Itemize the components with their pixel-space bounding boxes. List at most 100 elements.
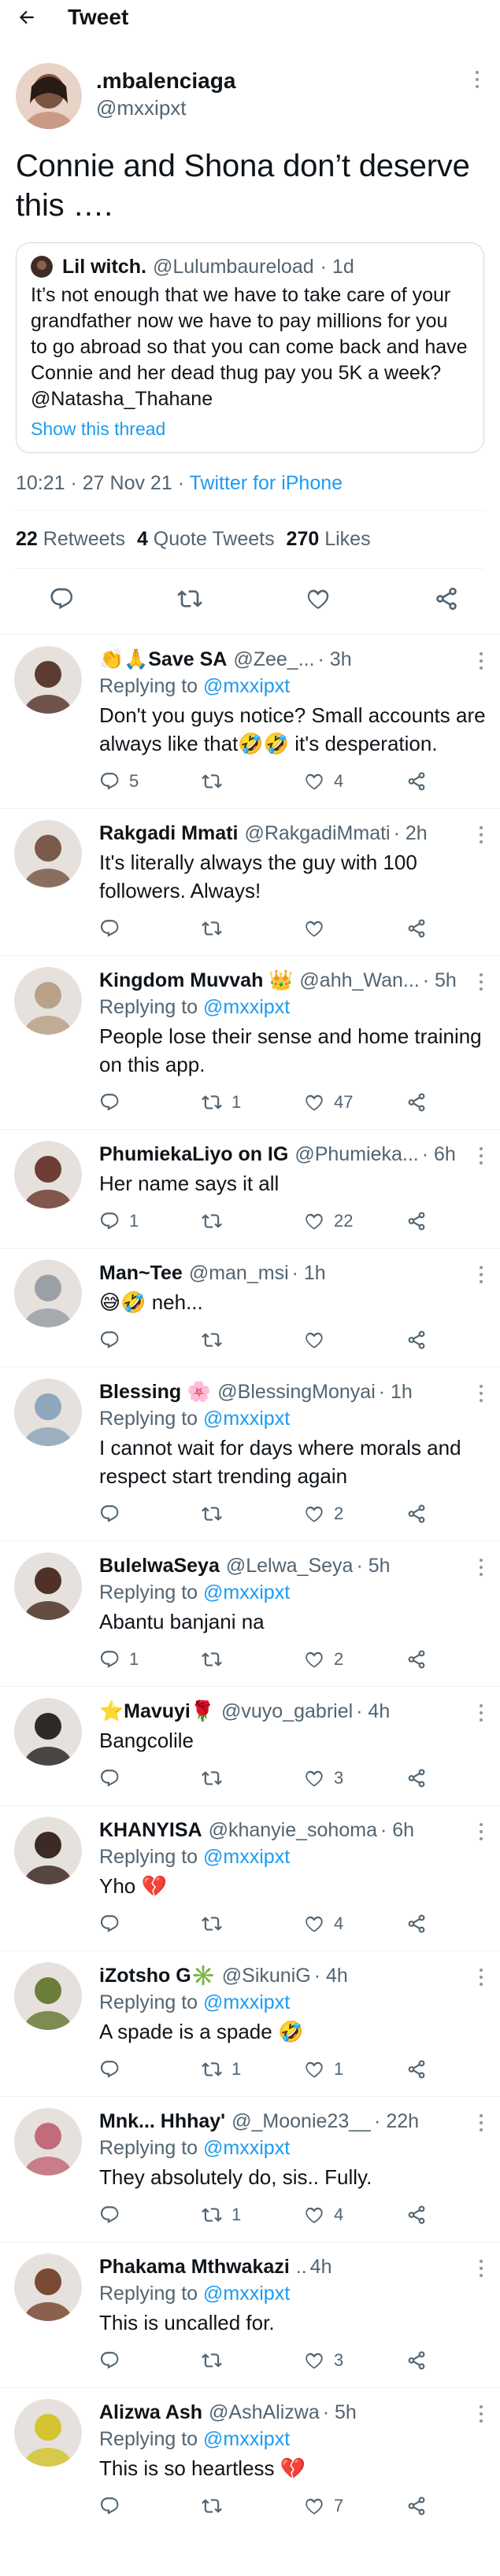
reply-avatar[interactable] xyxy=(14,646,82,714)
more-options-icon[interactable] xyxy=(476,1266,486,1283)
reply-share-button[interactable] xyxy=(406,1504,436,1524)
replying-to-handle[interactable]: @mxxipxt xyxy=(203,675,290,697)
reply-share-button[interactable] xyxy=(406,2059,436,2080)
reply-like-button[interactable]: 3 xyxy=(304,1768,406,1788)
reply-share-button[interactable] xyxy=(406,1092,436,1113)
reply-avatar[interactable] xyxy=(14,1260,82,1327)
reply-like-button[interactable]: 2 xyxy=(304,1504,406,1524)
reply-reply-button[interactable] xyxy=(99,1092,202,1113)
reply-author-name[interactable]: Man~Tee xyxy=(99,1260,183,1286)
reply-avatar[interactable] xyxy=(14,1141,82,1209)
reply-author-handle[interactable]: @Phumieka... xyxy=(294,1141,418,1168)
replying-to-handle[interactable]: @mxxipxt xyxy=(203,2428,290,2450)
replying-to-handle[interactable]: @mxxipxt xyxy=(203,2283,290,2305)
reply-author-name[interactable]: Mnk... Hhhay' xyxy=(99,2108,225,2135)
quotes-stat[interactable]: 4 Quote Tweets xyxy=(137,528,281,550)
reply-author-handle[interactable]: @SikuniG xyxy=(222,1962,311,1989)
reply-reply-button[interactable] xyxy=(99,1768,202,1788)
more-options-icon[interactable] xyxy=(476,826,486,843)
reply-like-button[interactable]: 7 xyxy=(304,2496,406,2516)
reply-avatar[interactable] xyxy=(14,1378,82,1446)
share-icon[interactable] xyxy=(434,586,459,615)
reply-author-name[interactable]: Blessing 🌸 xyxy=(99,1378,211,1405)
reply-author-handle[interactable]: @BlessingMonyai xyxy=(217,1378,375,1405)
more-options-icon[interactable] xyxy=(476,1559,486,1576)
reply-reply-button[interactable] xyxy=(99,2205,202,2225)
reply-like-button[interactable]: 4 xyxy=(304,1914,406,1934)
more-options-icon[interactable] xyxy=(476,2405,486,2423)
more-options-icon[interactable] xyxy=(472,71,483,88)
retweet-icon[interactable] xyxy=(177,586,202,615)
reply-author-handle[interactable]: @ahh_Wan... xyxy=(299,967,419,994)
reply-tweet[interactable]: ⭐Mavuyi🌹 @vuyo_gabriel · 4h Bangcolile 3 xyxy=(0,1686,500,1805)
reply-share-button[interactable] xyxy=(406,918,436,939)
reply-author-name[interactable]: PhumiekaLiyo on IG xyxy=(99,1141,288,1168)
reply-avatar[interactable] xyxy=(14,967,82,1035)
replying-to-handle[interactable]: @mxxipxt xyxy=(203,1408,290,1430)
reply-author-name[interactable]: ⭐Mavuyi🌹 xyxy=(99,1698,215,1725)
reply-author-handle[interactable]: @AshAlizwa xyxy=(209,2399,320,2426)
like-icon[interactable] xyxy=(306,586,331,615)
reply-reply-button[interactable] xyxy=(99,918,202,939)
author-name[interactable]: .mbalenciaga xyxy=(96,68,235,94)
reply-retweet-button[interactable]: 1 xyxy=(202,1092,304,1113)
likes-stat[interactable]: 270 Likes xyxy=(287,528,377,550)
reply-like-button[interactable]: 22 xyxy=(304,1211,406,1231)
author-avatar[interactable] xyxy=(16,63,82,129)
reply-tweet[interactable]: Man~Tee @man_msi · 1h 😅🤣 neh... xyxy=(0,1248,500,1367)
reply-author-name[interactable]: Kingdom Muvvah 👑 xyxy=(99,967,293,994)
reply-author-handle[interactable]: @_Moonie23__ xyxy=(231,2108,371,2135)
reply-retweet-button[interactable] xyxy=(202,2350,304,2371)
reply-reply-button[interactable] xyxy=(99,2350,202,2371)
reply-author-name[interactable]: Phakama Mthwakazi xyxy=(99,2253,290,2280)
more-options-icon[interactable] xyxy=(476,652,486,670)
reply-author-handle[interactable]: @vuyo_gabriel xyxy=(221,1698,353,1725)
reply-tweet[interactable]: Alizwa Ash @AshAlizwa · 5h Replying to @… xyxy=(0,2387,500,2533)
reply-like-button[interactable] xyxy=(304,1330,406,1350)
reply-share-button[interactable] xyxy=(406,2205,436,2225)
reply-author-name[interactable]: Alizwa Ash xyxy=(99,2399,202,2426)
reply-avatar[interactable] xyxy=(14,2108,82,2176)
reply-author-name[interactable]: KHANYISA xyxy=(99,1817,202,1843)
reply-tweet[interactable]: Mnk... Hhhay' @_Moonie23__ · 22h Replyin… xyxy=(0,2096,500,2242)
reply-reply-button[interactable] xyxy=(99,1330,202,1350)
reply-reply-button[interactable]: 1 xyxy=(99,1649,202,1670)
reply-reply-button[interactable]: 5 xyxy=(99,771,202,792)
replying-to-handle[interactable]: @mxxipxt xyxy=(203,1846,290,1868)
reply-author-handle[interactable]: @khanyie_sohoma xyxy=(209,1817,377,1843)
replying-to-handle[interactable]: @mxxipxt xyxy=(203,1581,290,1604)
reply-author-handle[interactable]: .. xyxy=(296,2253,307,2280)
reply-tweet[interactable]: PhumiekaLiyo on IG @Phumieka... · 6h Her… xyxy=(0,1129,500,1248)
reply-avatar[interactable] xyxy=(14,2253,82,2321)
reply-tweet[interactable]: Phakama Mthwakazi .. 4h Replying to @mxx… xyxy=(0,2242,500,2387)
reply-avatar[interactable] xyxy=(14,1698,82,1766)
reply-share-button[interactable] xyxy=(406,1768,436,1788)
reply-retweet-button[interactable] xyxy=(202,1504,304,1524)
author-handle[interactable]: @mxxipxt xyxy=(96,94,235,121)
more-options-icon[interactable] xyxy=(476,1385,486,1402)
reply-share-button[interactable] xyxy=(406,1649,436,1670)
quoted-tweet[interactable]: Lil witch. @Lulumbaureload · 1d It’s not… xyxy=(16,242,484,453)
reply-reply-button[interactable]: 1 xyxy=(99,1211,202,1231)
reply-share-button[interactable] xyxy=(406,1914,436,1934)
show-thread-link[interactable]: Show this thread xyxy=(31,419,469,440)
more-options-icon[interactable] xyxy=(476,2114,486,2131)
replying-to-handle[interactable]: @mxxipxt xyxy=(203,996,290,1018)
reply-share-button[interactable] xyxy=(406,1330,436,1350)
reply-retweet-button[interactable] xyxy=(202,1649,304,1670)
reply-like-button[interactable]: 1 xyxy=(304,2059,406,2080)
reply-avatar[interactable] xyxy=(14,1962,82,2030)
replying-to-handle[interactable]: @mxxipxt xyxy=(203,2137,290,2159)
more-options-icon[interactable] xyxy=(476,1969,486,1986)
more-options-icon[interactable] xyxy=(476,2260,486,2277)
reply-retweet-button[interactable] xyxy=(202,771,304,792)
reply-reply-button[interactable] xyxy=(99,2059,202,2080)
reply-author-name[interactable]: BulelwaSeya xyxy=(99,1552,220,1579)
reply-tweet[interactable]: Rakgadi Mmati @RakgadiMmati · 2h It's li… xyxy=(0,808,500,955)
reply-avatar[interactable] xyxy=(14,820,82,888)
reply-tweet[interactable]: Kingdom Muvvah 👑 @ahh_Wan... · 5h Replyi… xyxy=(0,955,500,1129)
reply-like-button[interactable]: 47 xyxy=(304,1092,406,1113)
reply-author-name[interactable]: iZotsho G✳️ xyxy=(99,1962,216,1989)
reply-retweet-button[interactable] xyxy=(202,1330,304,1350)
reply-like-button[interactable]: 2 xyxy=(304,1649,406,1670)
